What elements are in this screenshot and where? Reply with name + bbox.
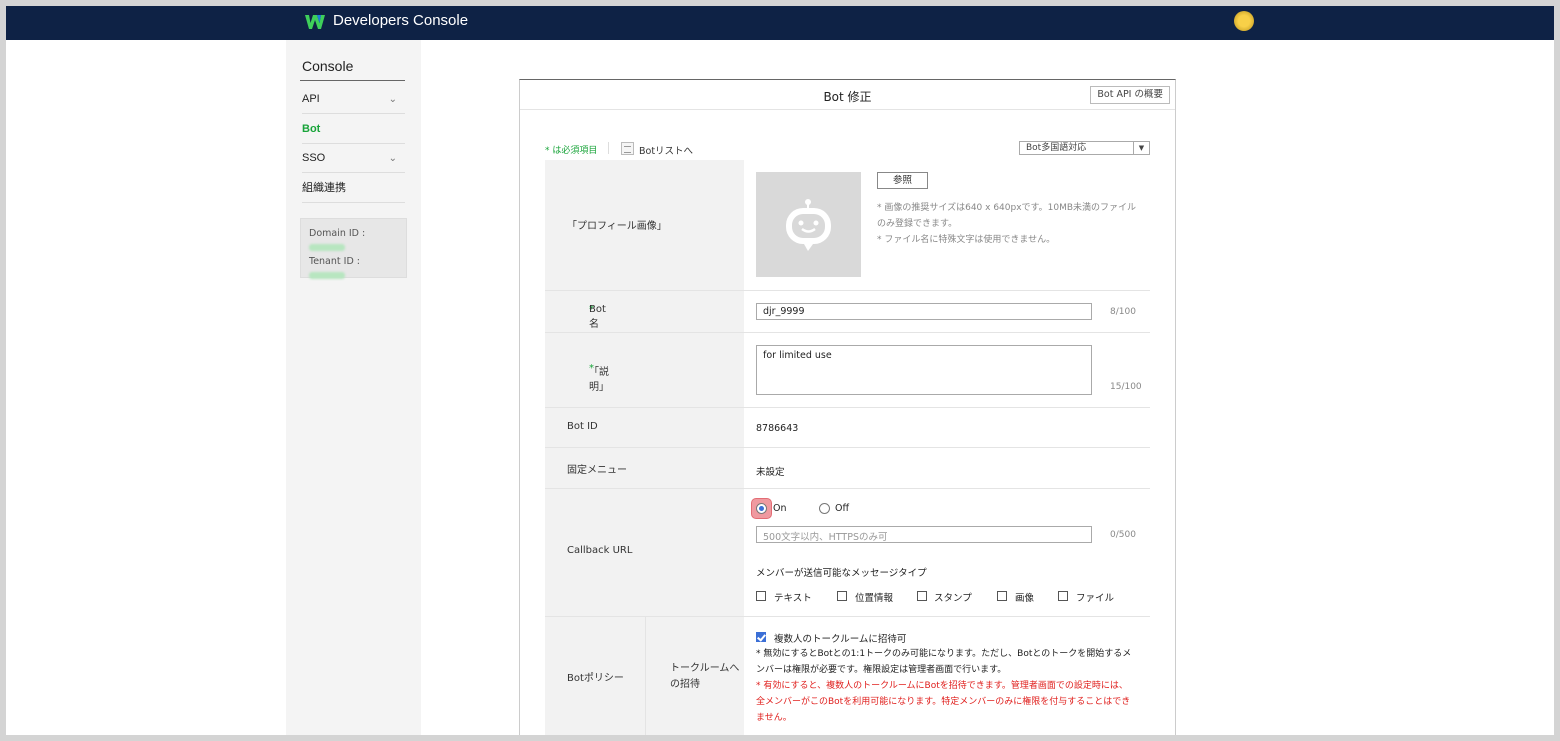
bot-name-input[interactable]: djr_9999 xyxy=(756,303,1092,320)
description-textarea[interactable]: for limited use xyxy=(756,345,1092,395)
policy-sub-label: トークルームへの招待 xyxy=(670,663,740,690)
page-title: Bot 修正 xyxy=(823,90,872,104)
divider xyxy=(300,80,405,81)
sidebar-item-label: SSO xyxy=(302,152,326,164)
checkbox-label[interactable]: 複数人のトークルームに招待可 xyxy=(774,631,906,645)
sidebar-item-label: 組織連携 xyxy=(302,182,346,194)
sidebar-item-label: API xyxy=(302,93,320,105)
callback-url-row: Callback URL On Off 500文字以内、HTTPSのみ可 0/5… xyxy=(545,489,1150,617)
callback-off-radio[interactable] xyxy=(819,503,830,514)
checkbox-label[interactable]: 位置情報 xyxy=(855,590,893,604)
message-type-file-checkbox[interactable] xyxy=(1058,591,1068,601)
fixed-menu-row: 固定メニュー 未設定 xyxy=(545,448,1150,489)
browse-button[interactable]: 参照 xyxy=(877,172,928,189)
bot-face-icon xyxy=(786,199,831,251)
sidebar-item-label: Bot xyxy=(302,123,321,135)
domain-id-redacted xyxy=(309,244,345,251)
profile-image-row: 「プロフィール画像」 参照 * 画像の推奨サイズは640 x 640pxです。1… xyxy=(545,160,1150,291)
image-requirements-note: * 画像の推奨サイズは640 x 640pxです。10MB未満のファイルのみ登録… xyxy=(877,203,1137,245)
message-type-sticker-checkbox[interactable] xyxy=(917,591,927,601)
char-counter: 8/100 xyxy=(1110,307,1136,317)
message-type-location-checkbox[interactable] xyxy=(837,591,847,601)
char-counter: 0/500 xyxy=(1110,530,1136,540)
checkbox-label[interactable]: ファイル xyxy=(1076,590,1114,604)
divider xyxy=(608,142,609,154)
field-label: Botポリシー xyxy=(567,673,624,684)
language-select[interactable]: Bot多国語対応 ▼ xyxy=(1019,141,1150,155)
message-types-title: メンバーが送信可能なメッセージタイプ xyxy=(756,568,927,579)
sidebar-item-sso[interactable]: SSO ⌄ xyxy=(302,144,405,173)
sidebar-item-api[interactable]: API ⌄ xyxy=(302,85,405,114)
field-label: 「説明」 xyxy=(589,367,609,393)
field-label: Bot ID xyxy=(567,421,598,432)
message-type-image-checkbox[interactable] xyxy=(997,591,1007,601)
field-label: 「プロフィール画像」 xyxy=(567,221,667,232)
sidebar-item-org-link[interactable]: 組織連携 xyxy=(302,174,405,203)
policy-warning: * 有効にすると、複数人のトークルームにBotを招待できます。管理者画面での設定… xyxy=(756,681,1131,723)
console-window: Developers Console Console API ⌄ Bot SSO… xyxy=(6,6,1554,735)
domain-id-label: Domain ID : xyxy=(309,228,366,239)
policy-sub-label-cell: トークルームへの招待 xyxy=(645,617,744,735)
checkbox-label[interactable]: 画像 xyxy=(1015,590,1034,604)
char-counter: 15/100 xyxy=(1110,382,1142,392)
list-icon[interactable] xyxy=(621,142,634,155)
tenant-id-label: Tenant ID : xyxy=(309,256,360,267)
field-label: Callback URL xyxy=(567,545,633,556)
field-label: Bot名 xyxy=(589,304,606,330)
bot-policy-row: Botポリシー トークルームへの招待 複数人のトークルームに招待可 * 無効にす… xyxy=(545,617,1150,735)
top-navigation-bar: Developers Console xyxy=(6,6,1554,40)
callback-on-radio[interactable] xyxy=(756,503,767,514)
domain-info-box: Domain ID : Tenant ID : xyxy=(300,218,407,279)
callback-url-placeholder: 500文字以内、HTTPSのみ可 xyxy=(763,532,888,543)
message-type-text-checkbox[interactable] xyxy=(756,591,766,601)
language-select-value: Bot多国語対応 xyxy=(1026,143,1087,153)
required-note: * は必須項目 xyxy=(545,146,598,156)
user-avatar[interactable] xyxy=(1234,11,1254,31)
radio-label[interactable]: Off xyxy=(835,503,849,514)
chevron-down-icon: ⌄ xyxy=(388,153,397,164)
chevron-down-icon: ⌄ xyxy=(388,94,397,105)
bot-api-overview-button[interactable]: Bot API の概要 xyxy=(1090,86,1170,104)
description-row: * 「説明」 for limited use 15/100 xyxy=(545,333,1150,408)
fixed-menu-value: 未設定 xyxy=(756,467,785,478)
sidebar-title: Console xyxy=(302,58,354,74)
bot-id-value: 8786643 xyxy=(756,423,799,434)
callback-url-input[interactable]: 500文字以内、HTTPSのみ可 xyxy=(756,526,1092,543)
sidebar: Console API ⌄ Bot SSO ⌄ 組織連携 Domain ID :… xyxy=(286,40,421,735)
bot-edit-panel: Bot 修正 Bot API の概要 * は必須項目 Botリストへ Bot多国… xyxy=(519,79,1176,735)
sidebar-item-bot[interactable]: Bot xyxy=(302,115,405,144)
tenant-id-redacted xyxy=(309,272,345,279)
profile-image-preview xyxy=(756,172,861,277)
works-w-logo[interactable] xyxy=(304,13,326,31)
multi-room-invite-checkbox[interactable] xyxy=(756,632,766,642)
radio-label[interactable]: On xyxy=(773,503,787,514)
policy-note: * 無効にするとBotとの1:1トークのみ可能になります。ただし、Botとのトー… xyxy=(756,649,1132,675)
bot-id-row: Bot ID 8786643 xyxy=(545,408,1150,448)
bot-name-row: * Bot名 djr_9999 8/100 xyxy=(545,291,1150,333)
checkbox-label[interactable]: テキスト xyxy=(774,590,812,604)
app-title[interactable]: Developers Console xyxy=(333,12,468,29)
field-label: 固定メニュー xyxy=(567,465,627,476)
checkbox-label[interactable]: スタンプ xyxy=(934,590,972,604)
panel-header: Bot 修正 Bot API の概要 xyxy=(520,80,1175,110)
dropdown-arrow-icon: ▼ xyxy=(1133,142,1149,154)
bot-list-link[interactable]: Botリストへ xyxy=(639,143,693,157)
